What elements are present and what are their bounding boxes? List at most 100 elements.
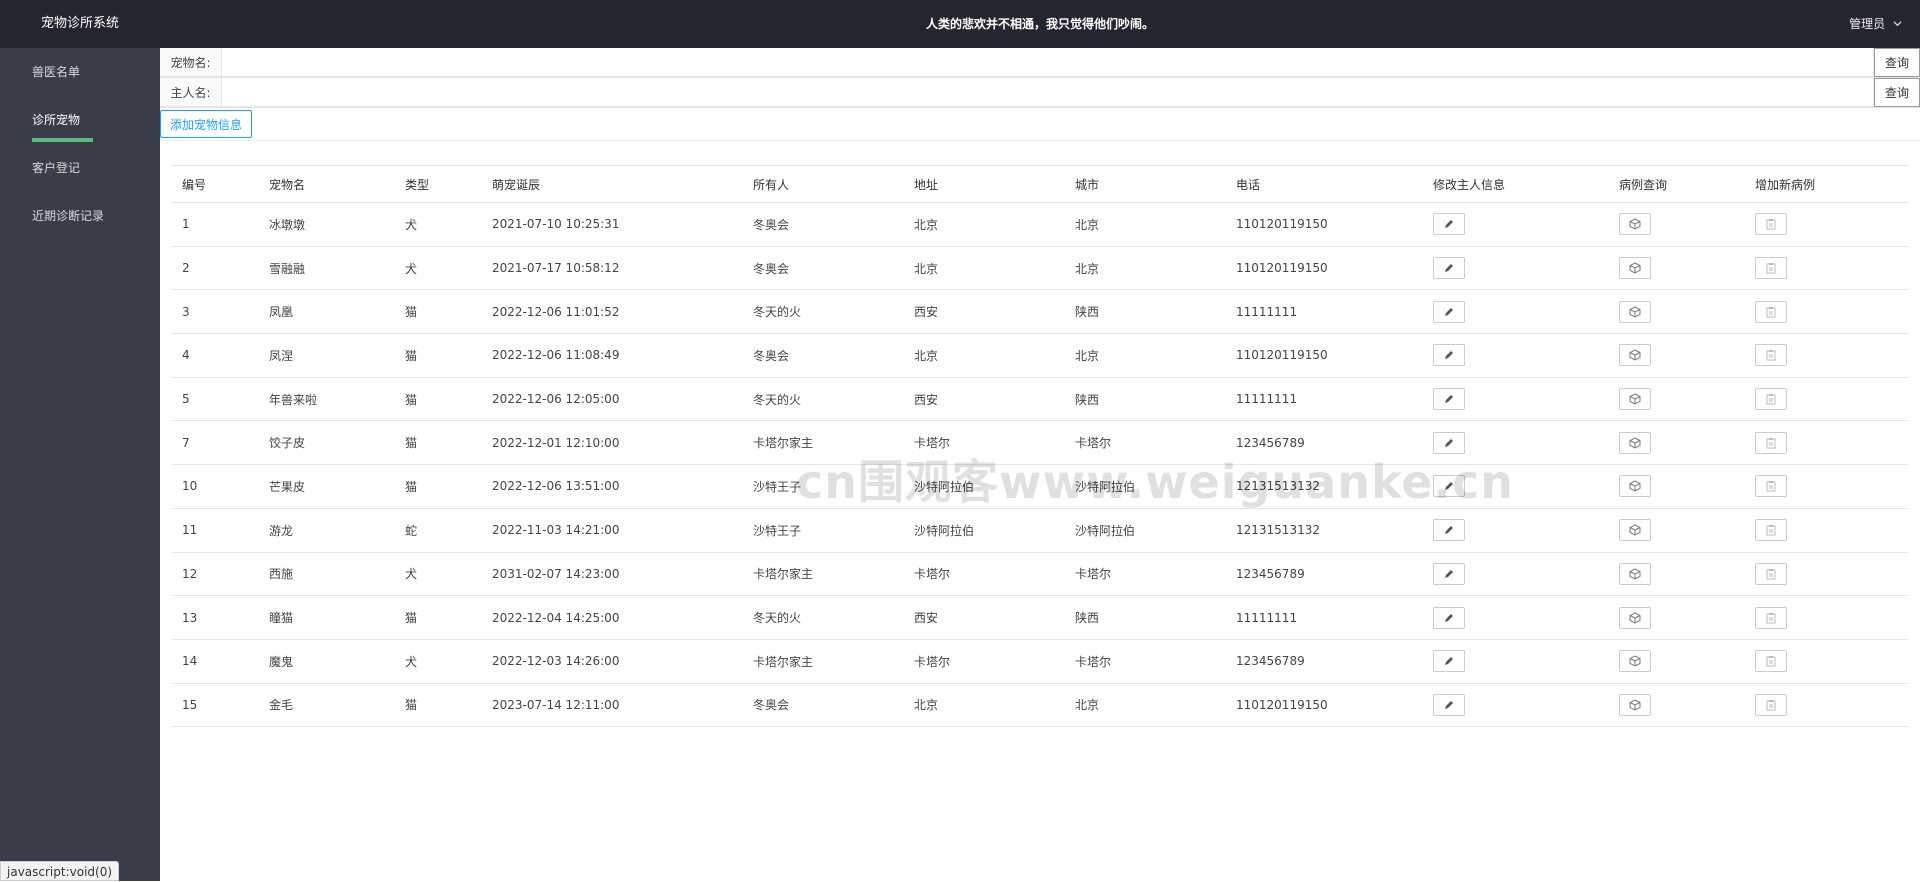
- clipboard-icon: [1765, 393, 1777, 405]
- case-query-button[interactable]: [1619, 563, 1651, 585]
- case-query-button[interactable]: [1619, 519, 1651, 541]
- edit-owner-button[interactable]: [1433, 432, 1465, 454]
- cell-pet-name: 西施: [259, 552, 395, 596]
- pencil-icon: [1443, 480, 1455, 492]
- divider: [160, 140, 1920, 141]
- case-query-button[interactable]: [1619, 257, 1651, 279]
- pencil-icon: [1443, 524, 1455, 536]
- owner-query-button[interactable]: 查询: [1874, 78, 1920, 107]
- case-query-button-cell: [1609, 465, 1745, 509]
- add-case-button[interactable]: [1755, 650, 1787, 672]
- cell-type: 犬: [395, 246, 482, 290]
- cell-owner: 冬天的火: [743, 596, 904, 640]
- sidebar-item-vets[interactable]: 兽医名单: [0, 48, 160, 96]
- edit-owner-button[interactable]: [1433, 650, 1465, 672]
- chevron-down-icon: [1893, 0, 1902, 48]
- pet-query-button[interactable]: 查询: [1874, 48, 1920, 77]
- clipboard-icon: [1765, 612, 1777, 624]
- edit-owner-button-cell: [1423, 334, 1609, 378]
- add-case-button[interactable]: [1755, 388, 1787, 410]
- case-query-button[interactable]: [1619, 694, 1651, 716]
- add-case-button[interactable]: [1755, 607, 1787, 629]
- header-phone: 电话: [1226, 166, 1423, 203]
- sidebar-item-clinic-pets[interactable]: 诊所宠物: [0, 96, 160, 144]
- edit-owner-button[interactable]: [1433, 519, 1465, 541]
- case-query-button[interactable]: [1619, 388, 1651, 410]
- case-query-button[interactable]: [1619, 344, 1651, 366]
- cell-birthday: 2021-07-10 10:25:31: [482, 203, 743, 247]
- sidebar-item-recent-diagnoses[interactable]: 近期诊断记录: [0, 192, 160, 240]
- edit-owner-button-cell: [1423, 465, 1609, 509]
- cell-pet-name: 芒果皮: [259, 465, 395, 509]
- cell-phone: 12131513132: [1226, 508, 1423, 552]
- edit-owner-button[interactable]: [1433, 213, 1465, 235]
- edit-owner-button[interactable]: [1433, 475, 1465, 497]
- pet-table: 编号 宠物名 类型 萌宠诞辰 所有人 地址 城市 电话 修改主人信息 病例查询 …: [172, 165, 1908, 727]
- owner-name-input[interactable]: [222, 78, 1874, 107]
- sidebar-item-client-registration[interactable]: 客户登记: [0, 144, 160, 192]
- case-query-button[interactable]: [1619, 607, 1651, 629]
- case-query-button-cell: [1609, 639, 1745, 683]
- cell-birthday: 2022-12-04 14:25:00: [482, 596, 743, 640]
- case-query-button[interactable]: [1619, 475, 1651, 497]
- add-case-button[interactable]: [1755, 432, 1787, 454]
- add-case-button-cell: [1745, 377, 1908, 421]
- edit-owner-button[interactable]: [1433, 607, 1465, 629]
- edit-owner-button[interactable]: [1433, 301, 1465, 323]
- pet-name-input[interactable]: [222, 48, 1874, 77]
- case-query-button-cell: [1609, 508, 1745, 552]
- cell-pet-name: 年兽来啦: [259, 377, 395, 421]
- add-case-button[interactable]: [1755, 344, 1787, 366]
- header-case-query: 病例查询: [1609, 166, 1745, 203]
- cell-city: 北京: [1065, 203, 1226, 247]
- cell-owner: 卡塔尔家主: [743, 421, 904, 465]
- case-query-button[interactable]: [1619, 301, 1651, 323]
- cell-pet-name: 魔鬼: [259, 639, 395, 683]
- cell-id: 11: [172, 508, 259, 552]
- edit-owner-button[interactable]: [1433, 257, 1465, 279]
- cell-phone: 123456789: [1226, 552, 1423, 596]
- clipboard-icon: [1765, 218, 1777, 230]
- box-icon: [1629, 524, 1641, 536]
- cell-pet-name: 金毛: [259, 683, 395, 727]
- header-owner: 所有人: [743, 166, 904, 203]
- cell-address: 北京: [904, 334, 1065, 378]
- clipboard-icon: [1765, 655, 1777, 667]
- case-query-button[interactable]: [1619, 432, 1651, 454]
- user-menu[interactable]: 管理员: [1849, 0, 1902, 48]
- edit-owner-button[interactable]: [1433, 344, 1465, 366]
- edit-owner-button[interactable]: [1433, 388, 1465, 410]
- pet-search-row: 宠物名: 查询: [160, 48, 1920, 78]
- edit-owner-button-cell: [1423, 290, 1609, 334]
- cell-address: 卡塔尔: [904, 421, 1065, 465]
- add-pet-button[interactable]: 添加宠物信息: [160, 110, 252, 138]
- header-message: 人类的悲欢并不相通，我只觉得他们吵闹。: [160, 0, 1920, 48]
- cell-pet-name: 凤涅: [259, 334, 395, 378]
- add-case-button-cell: [1745, 552, 1908, 596]
- add-case-button[interactable]: [1755, 213, 1787, 235]
- add-case-button[interactable]: [1755, 257, 1787, 279]
- case-query-button[interactable]: [1619, 213, 1651, 235]
- cell-owner: 冬奥会: [743, 203, 904, 247]
- table-body: 1冰墩墩犬2021-07-10 10:25:31冬奥会北京北京110120119…: [172, 203, 1908, 727]
- box-icon: [1629, 349, 1641, 361]
- add-case-button[interactable]: [1755, 694, 1787, 716]
- add-case-button[interactable]: [1755, 301, 1787, 323]
- case-query-button[interactable]: [1619, 650, 1651, 672]
- edit-owner-button[interactable]: [1433, 563, 1465, 585]
- add-case-button[interactable]: [1755, 563, 1787, 585]
- pencil-icon: [1443, 568, 1455, 580]
- add-case-button[interactable]: [1755, 475, 1787, 497]
- add-case-button[interactable]: [1755, 519, 1787, 541]
- pencil-icon: [1443, 306, 1455, 318]
- cell-phone: 110120119150: [1226, 334, 1423, 378]
- owner-search-row: 主人名: 查询: [160, 78, 1920, 108]
- cell-owner: 冬奥会: [743, 334, 904, 378]
- cell-owner: 冬奥会: [743, 683, 904, 727]
- cell-address: 西安: [904, 290, 1065, 334]
- edit-owner-button-cell: [1423, 377, 1609, 421]
- table-row: 11游龙蛇2022-11-03 14:21:00沙特王子沙特阿拉伯沙特阿拉伯12…: [172, 508, 1908, 552]
- clipboard-icon: [1765, 524, 1777, 536]
- edit-owner-button[interactable]: [1433, 694, 1465, 716]
- cell-owner: 沙特王子: [743, 508, 904, 552]
